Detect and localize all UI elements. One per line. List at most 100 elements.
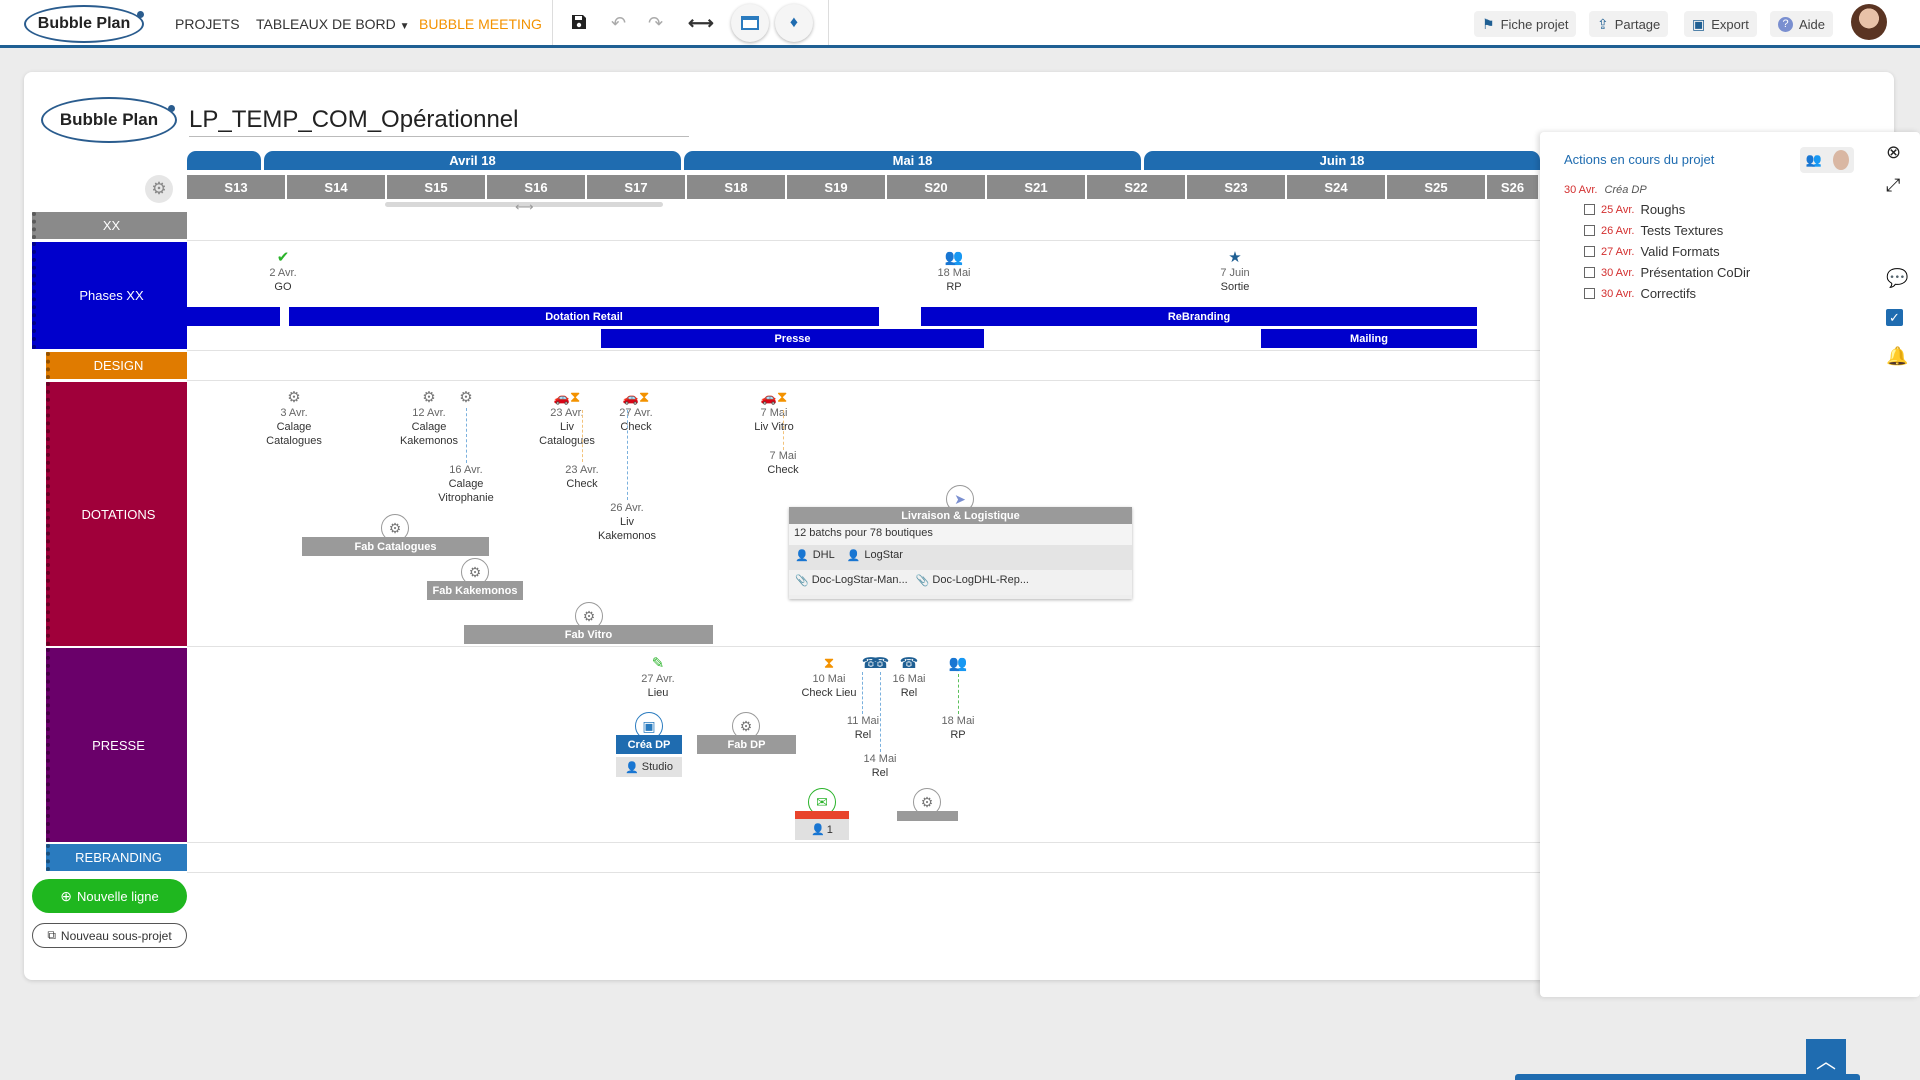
user-avatar[interactable] [1851, 4, 1887, 40]
person-icon: 👤 [795, 550, 809, 562]
task-bar-crea-dp[interactable]: Créa DP [616, 735, 682, 754]
month-header: Juin 18 [1144, 151, 1540, 170]
task-bar-fab-vitro[interactable]: Fab Vitro [464, 625, 713, 644]
milestone[interactable]: 14 Mai Rel [863, 752, 896, 780]
task-bar-dotation-retail[interactable]: Dotation Retail [289, 307, 879, 326]
milestone[interactable]: 23 Avr. Check [565, 463, 598, 491]
task-bar-mailing[interactable]: Mailing [1261, 329, 1477, 348]
project-title[interactable]: LP_TEMP_COM_Opérationnel [189, 106, 689, 137]
row-label-xx[interactable]: XX [32, 212, 187, 239]
expand-icon[interactable]: ⤢ [1886, 175, 1900, 196]
milestone[interactable]: ⧗ 10 Mai Check Lieu [801, 656, 856, 700]
action-item[interactable]: 30 Avr. Correctifs [1584, 286, 1696, 301]
task-bar[interactable] [897, 811, 958, 821]
milestone-icon[interactable]: 👥 [949, 656, 968, 672]
milestone[interactable]: 26 Avr. Liv Kakemonos [598, 501, 656, 543]
action-item[interactable]: 26 Avr. Tests Textures [1584, 223, 1723, 238]
nouvelle-ligne-button[interactable]: ⊕ Nouvelle ligne [32, 879, 187, 913]
task-bar-mail[interactable] [795, 811, 849, 819]
milestone[interactable]: ⚙ 3 Avr. Calage Catalogues [266, 390, 322, 448]
row-label-presse[interactable]: PRESSE [46, 648, 187, 842]
milestone[interactable]: ★ 7 Juin Sortie [1220, 250, 1249, 294]
checkbox[interactable] [1584, 267, 1595, 278]
task-bar[interactable] [187, 307, 280, 326]
settings-gear-button[interactable]: ⚙ [145, 175, 173, 203]
task-assignee[interactable]: 👤 Studio [616, 757, 682, 777]
calendar-view-button[interactable] [731, 4, 769, 42]
milestone-icon[interactable]: ☎ [871, 656, 890, 672]
nav-tableaux-de-bord[interactable]: TABLEAUX DE BORD ▼ [256, 16, 410, 32]
plus-circle-icon: ⊕ [60, 887, 73, 904]
task-bar-fab-catalogues[interactable]: Fab Catalogues [302, 537, 489, 556]
help-icon: ? [1778, 16, 1793, 32]
person-icon: 👤 [846, 550, 861, 562]
partage-button[interactable]: ⇪ Partage [1589, 11, 1669, 37]
milestone[interactable]: 18 Mai RP [941, 714, 974, 742]
checkbox[interactable] [1584, 288, 1595, 299]
checkbox-icon[interactable]: ✓ [1886, 306, 1903, 327]
paperclip-icon[interactable]: 📎 [916, 574, 930, 591]
save-icon[interactable] [570, 13, 588, 36]
resize-arrows-icon[interactable]: ⟷ [515, 199, 534, 215]
undo-icon[interactable]: ↶ [611, 13, 626, 34]
task-card-livraison[interactable]: Livraison & Logistique 12 batchs pour 78… [789, 507, 1132, 599]
nav-bubble-meeting[interactable]: BUBBLE MEETING [419, 16, 542, 32]
side-panel-head: 30 Avr. Créa DP [1564, 184, 1647, 196]
task-bar-fab-dp[interactable]: Fab DP [697, 735, 796, 754]
users-icon: 👥 [944, 249, 964, 266]
task-bar-presse[interactable]: Presse [601, 329, 984, 348]
task-bar-fab-kakemonos[interactable]: Fab Kakemonos [427, 581, 523, 600]
milestone[interactable]: 🚗⧗ 23 Avr. Liv Catalogues [539, 390, 595, 448]
milestone-icon[interactable]: ⚙ [459, 390, 472, 406]
nav-projets[interactable]: PROJETS [175, 16, 240, 32]
redo-icon[interactable]: ↷ [648, 13, 663, 34]
actions-side-panel [1540, 132, 1920, 997]
flag-icon: ⚑ [1482, 15, 1495, 32]
checkbox[interactable] [1584, 204, 1595, 215]
week-header: S15 [387, 175, 487, 199]
row-label-phases[interactable]: Phases XX [32, 242, 187, 349]
checkbox[interactable] [1584, 225, 1595, 236]
comments-icon[interactable]: 💬 [1886, 268, 1908, 289]
action-item[interactable]: 27 Avr. Valid Formats [1584, 244, 1720, 259]
users-icon: 👥 [948, 655, 968, 672]
action-item[interactable]: 30 Avr. Présentation CoDir [1584, 265, 1750, 280]
close-icon[interactable]: ⊗ [1886, 142, 1901, 163]
hourglass-icon: ⧗ [569, 389, 581, 406]
paperclip-icon[interactable]: 📎 [795, 574, 809, 591]
row-label-dotations[interactable]: DOTATIONS [46, 382, 187, 646]
fit-width-icon[interactable]: ⟷ [688, 13, 714, 34]
milestone[interactable]: ☎ 16 Mai Rel [892, 656, 925, 700]
week-header: S16 [487, 175, 587, 199]
side-panel-title: Actions en cours du projet [1564, 152, 1715, 167]
milestone[interactable]: ✎ 27 Avr. Lieu [641, 656, 674, 700]
team-filter-button[interactable]: 👥 [1800, 147, 1854, 173]
week-header: S25 [1387, 175, 1487, 199]
week-header: S20 [887, 175, 987, 199]
fiche-projet-button[interactable]: ⚑ Fiche projet [1474, 11, 1577, 37]
aide-button[interactable]: ? Aide [1770, 11, 1834, 37]
app-logo[interactable]: Bubble Plan [24, 5, 144, 43]
milestone[interactable]: 7 Mai Check [767, 449, 798, 477]
action-item[interactable]: 25 Avr. Roughs [1584, 202, 1685, 217]
week-header: S18 [687, 175, 787, 199]
gear-icon: ⚙ [422, 389, 436, 406]
export-button[interactable]: ▣ Export [1684, 11, 1757, 37]
milestone[interactable]: 11 Mai Rel [847, 714, 879, 742]
milestone[interactable]: ✔ 2 Avr. GO [269, 250, 296, 294]
milestone[interactable]: 👥 18 Mai RP [937, 250, 970, 294]
milestone-view-button[interactable]: ♦ [775, 4, 813, 42]
row-label-rebranding[interactable]: REBRANDING [46, 844, 187, 871]
star-icon: ★ [1228, 249, 1242, 266]
month-header [187, 151, 261, 170]
checkbox[interactable] [1584, 246, 1595, 257]
bell-icon[interactable]: 🔔 [1886, 346, 1908, 367]
row-label-design[interactable]: DESIGN [46, 352, 187, 379]
task-assignee-count[interactable]: 👤 1 [795, 819, 849, 840]
nouveau-sous-projet-button[interactable]: ⧉ Nouveau sous-projet [32, 923, 187, 948]
milestone[interactable]: 🚗⧗ 7 Mai Liv Vitro [754, 390, 794, 434]
milestone[interactable]: ⚙ 12 Avr. Calage Kakemonos [400, 390, 458, 448]
milestone[interactable]: 16 Avr. Calage Vitrophanie [438, 463, 493, 505]
milestone[interactable]: 🚗⧗ 27 Avr. Check [619, 390, 652, 434]
task-bar-rebranding[interactable]: ReBranding [921, 307, 1477, 326]
